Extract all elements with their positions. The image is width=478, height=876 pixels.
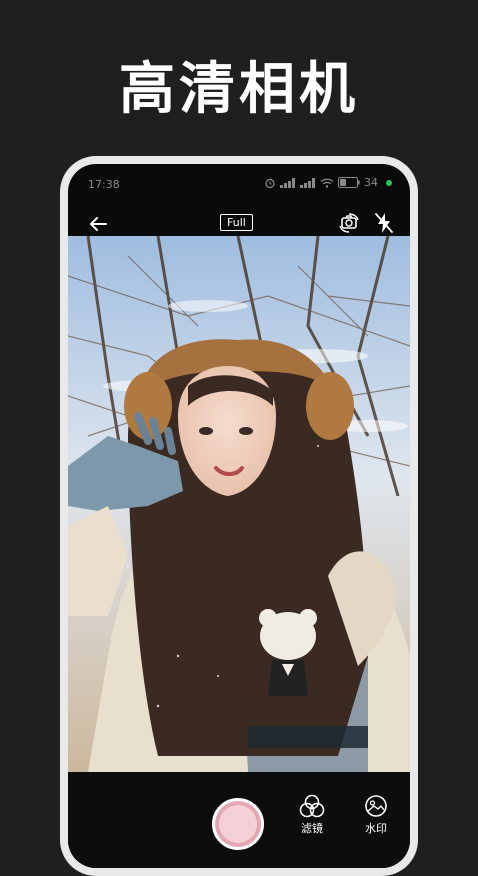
watermark-button[interactable]: 水印 <box>356 794 396 836</box>
flip-camera-button[interactable] <box>336 210 362 236</box>
headline: 高清相机 <box>119 57 359 122</box>
camera-bottom-bar: 滤镜 水印 <box>68 772 410 868</box>
status-bar: 17:38 34 <box>68 164 410 204</box>
shutter-button[interactable] <box>212 798 264 850</box>
watermark-icon <box>365 795 387 817</box>
camera-viewfinder[interactable] <box>68 236 410 772</box>
filter-button[interactable]: 滤镜 <box>292 794 332 836</box>
back-button[interactable] <box>86 212 110 236</box>
status-time: 17:38 <box>88 178 120 191</box>
wifi-icon <box>320 178 334 188</box>
filter-icon <box>299 794 325 818</box>
flash-off-icon <box>375 213 393 233</box>
filter-label: 滤镜 <box>301 822 323 835</box>
flash-off-button[interactable] <box>372 210 396 236</box>
camera-flip-icon <box>339 213 359 233</box>
battery-level: 34 <box>364 176 378 189</box>
phone-frame: 17:38 34 Full 滤镜 水印 <box>60 156 418 876</box>
aspect-mode-button[interactable]: Full <box>220 214 253 231</box>
back-arrow-icon <box>90 217 107 231</box>
signal-icon <box>280 177 296 188</box>
watermark-label: 水印 <box>365 822 387 835</box>
signal-icon-2 <box>300 177 316 188</box>
battery-icon <box>338 177 360 188</box>
status-icons: 34 <box>264 176 392 189</box>
status-dot <box>386 179 392 186</box>
phone-screen: 17:38 34 Full 滤镜 水印 <box>68 164 410 868</box>
preview-image <box>68 236 410 772</box>
alarm-icon <box>264 177 276 189</box>
